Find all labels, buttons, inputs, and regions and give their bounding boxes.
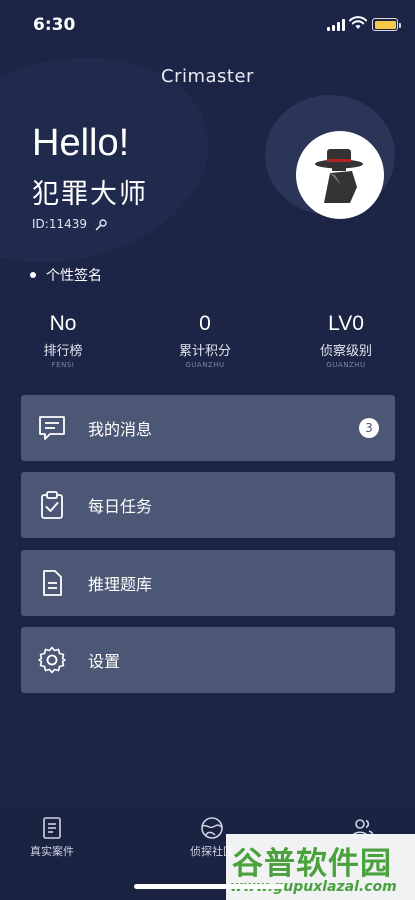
menu-daily-tasks[interactable]: 每日任务 (21, 472, 395, 538)
bullet-dot (30, 272, 36, 278)
stat-points[interactable]: 0 累计积分 GUANZHU (150, 312, 260, 369)
stat-sublabel: GUANZHU (185, 361, 225, 369)
signature-text: 个性签名 (46, 268, 102, 284)
status-time: 6:30 (33, 15, 76, 35)
menu-label: 推理题库 (88, 575, 153, 594)
stat-sublabel: FENSI (51, 361, 75, 369)
cellular-signal-icon (327, 19, 345, 31)
user-name: 犯罪大师 (32, 179, 148, 210)
stat-label: 累计积分 (178, 344, 231, 359)
unread-badge: 3 (359, 418, 379, 438)
edit-pin-icon[interactable] (95, 218, 108, 231)
menu-label: 我的消息 (88, 420, 153, 439)
menu-settings[interactable]: 设置 (21, 627, 395, 693)
status-bar: 6:30 (0, 0, 415, 50)
wifi-icon (349, 16, 367, 29)
stat-label: 排行榜 (43, 344, 83, 359)
stat-level[interactable]: LV0 侦察级别 GUANZHU (291, 312, 401, 369)
case-file-icon (43, 817, 61, 839)
stat-value: LV0 (328, 312, 364, 335)
user-id-row: ID:11439 (32, 217, 108, 231)
task-clipboard-icon (41, 491, 63, 519)
stat-ranking[interactable]: No 排行榜 FENSI (8, 312, 118, 369)
stat-value: 0 (199, 312, 211, 335)
watermark: 谷普软件园 www.gupuxlazal.com (226, 834, 415, 900)
tab-label: 真实案件 (30, 845, 74, 858)
community-globe-icon (201, 817, 223, 839)
home-indicator[interactable] (134, 884, 284, 889)
tab-real-cases[interactable]: 真实案件 (7, 816, 97, 859)
stats-row: No 排行榜 FENSI 0 累计积分 GUANZHU LV0 侦察级别 GUA… (0, 312, 415, 372)
menu-my-messages[interactable]: 我的消息 3 (21, 395, 395, 461)
battery-icon (372, 18, 401, 31)
stat-label: 侦察级别 (319, 344, 372, 359)
user-id: ID:11439 (32, 217, 87, 231)
menu-question-bank[interactable]: 推理题库 (21, 550, 395, 616)
message-icon (39, 416, 65, 440)
greeting: Hello! (32, 122, 130, 164)
document-icon (43, 570, 62, 596)
gear-icon (38, 646, 66, 674)
menu-label: 设置 (88, 652, 121, 671)
stat-sublabel: GUANZHU (326, 361, 366, 369)
stat-value: No (49, 312, 77, 335)
signature-row[interactable]: 个性签名 (30, 265, 102, 285)
menu-label: 每日任务 (88, 497, 153, 516)
page-title: Crimaster (161, 66, 254, 87)
avatar[interactable] (296, 131, 384, 219)
watermark-text: 谷普软件园 (232, 846, 392, 882)
detective-avatar-icon (315, 149, 363, 203)
